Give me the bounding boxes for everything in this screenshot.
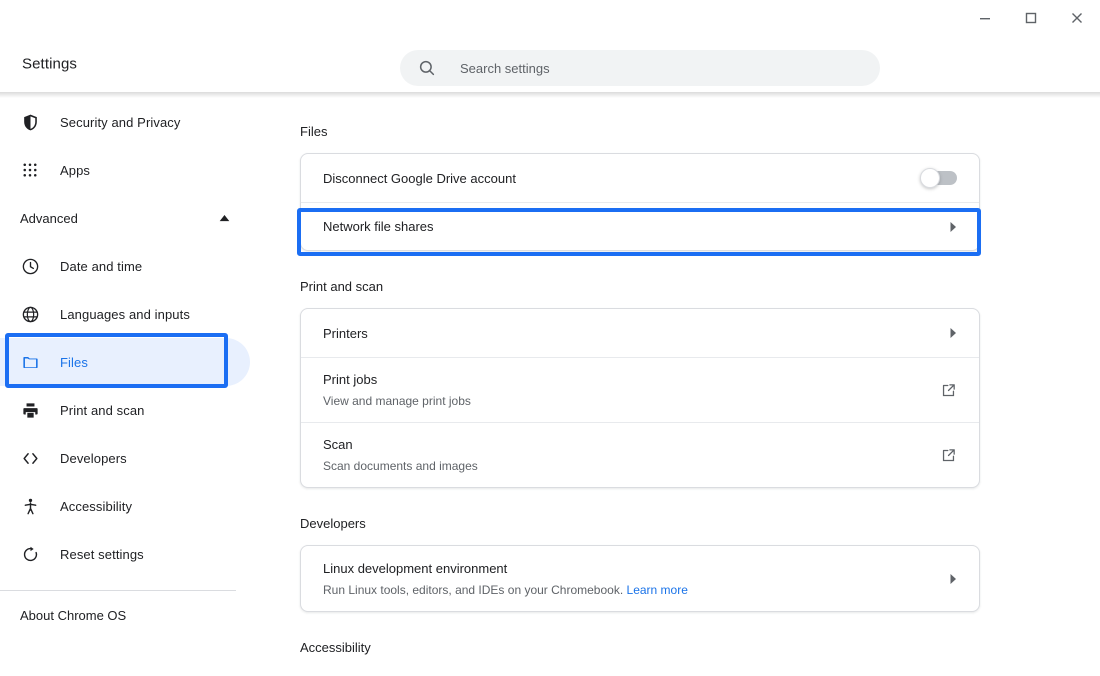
row-text: Scan Scan documents and images [323,435,940,475]
settings-window: Settings Security and Privacy [0,0,1100,676]
row-title: Linux development environment [323,559,949,578]
sidebar-item-security-and-privacy[interactable]: Security and Privacy [0,98,250,146]
section-heading-print-and-scan: Print and scan [256,279,1100,294]
row-scan[interactable]: Scan Scan documents and images [301,422,979,487]
sidebar-item-about-chrome-os[interactable]: About Chrome OS [0,591,256,639]
row-title: Disconnect Google Drive account [323,169,923,188]
chevron-right-icon[interactable] [949,573,957,585]
search-icon [418,59,436,77]
sidebar-item-print-and-scan[interactable]: Print and scan [0,386,250,434]
main-content: Files Disconnect Google Drive account Ne… [256,98,1100,676]
section-heading-developers: Developers [256,516,1100,531]
row-subtitle: Scan documents and images [323,457,940,475]
row-linux-development-environment[interactable]: Linux development environment Run Linux … [301,546,979,611]
sidebar-item-label: Accessibility [60,499,132,514]
external-link-icon[interactable] [940,382,957,399]
row-end [949,221,957,233]
section-heading-accessibility: Accessibility [256,640,1100,655]
row-text: Network file shares [323,217,949,236]
row-title: Printers [323,324,949,343]
sidebar-section-label: Advanced [20,211,78,226]
row-print-jobs[interactable]: Print jobs View and manage print jobs [301,357,979,422]
sidebar-item-apps[interactable]: Apps [0,146,250,194]
sidebar-item-label: Print and scan [60,403,145,418]
chevron-right-icon[interactable] [949,327,957,339]
sidebar-item-files[interactable]: Files [0,338,250,386]
close-button[interactable] [1054,2,1100,34]
search-box[interactable] [400,50,880,86]
sidebar-item-label: About Chrome OS [20,608,126,623]
row-subtitle: Run Linux tools, editors, and IDEs on yo… [323,581,949,599]
folder-icon [20,352,40,372]
sidebar-item-date-and-time[interactable]: Date and time [0,242,250,290]
chevron-up-icon[interactable] [219,215,230,222]
row-text: Print jobs View and manage print jobs [323,370,940,410]
sidebar: Security and Privacy Apps Advanced [0,98,256,676]
row-text: Linux development environment Run Linux … [323,559,949,599]
row-disconnect-google-drive-account[interactable]: Disconnect Google Drive account [301,154,979,202]
row-text: Printers [323,324,949,343]
sidebar-item-label: Date and time [60,259,142,274]
search-input[interactable] [460,51,840,85]
clock-icon [20,256,40,276]
row-title: Scan [323,435,940,454]
disconnect-google-drive-toggle[interactable] [923,171,957,185]
learn-more-link[interactable]: Learn more [627,583,688,597]
reset-refresh-icon [20,544,40,564]
files-card: Disconnect Google Drive account Network … [300,153,980,251]
toggle-knob [920,168,940,188]
row-end [949,573,957,585]
minimize-button[interactable] [962,2,1008,34]
chevron-right-icon[interactable] [949,221,957,233]
row-text: Disconnect Google Drive account [323,169,923,188]
accessibility-person-icon [20,496,40,516]
sidebar-item-label: Apps [60,163,90,178]
shield-icon [20,112,40,132]
row-end [940,382,957,399]
row-subtitle: View and manage print jobs [323,392,940,410]
row-end [949,327,957,339]
print-and-scan-card: Printers Print jobs View and manage prin… [300,308,980,488]
sidebar-item-label: Security and Privacy [60,115,181,130]
sidebar-item-accessibility[interactable]: Accessibility [0,482,250,530]
sidebar-item-label: Developers [60,451,127,466]
globe-icon [20,304,40,324]
row-end [923,171,957,185]
developers-card: Linux development environment Run Linux … [300,545,980,612]
row-title: Network file shares [323,217,949,236]
sidebar-section-advanced[interactable]: Advanced [0,194,256,242]
page-title: Settings [22,56,77,73]
sidebar-item-label: Languages and inputs [60,307,190,322]
apps-grid-icon [20,160,40,180]
sidebar-item-developers[interactable]: Developers [0,434,250,482]
row-subtitle-text: Run Linux tools, editors, and IDEs on yo… [323,583,623,597]
sidebar-item-label: Reset settings [60,547,144,562]
row-title: Print jobs [323,370,940,389]
external-link-icon[interactable] [940,447,957,464]
row-network-file-shares[interactable]: Network file shares [301,202,979,250]
title-bar [0,0,1100,36]
sidebar-item-reset-settings[interactable]: Reset settings [0,530,250,578]
printer-icon [20,400,40,420]
row-end [940,447,957,464]
maximize-button[interactable] [1008,2,1054,34]
section-heading-files: Files [256,124,1100,139]
sidebar-item-languages-and-inputs[interactable]: Languages and inputs [0,290,250,338]
code-brackets-icon [20,448,40,468]
sidebar-item-label: Files [60,355,88,370]
row-printers[interactable]: Printers [301,309,979,357]
